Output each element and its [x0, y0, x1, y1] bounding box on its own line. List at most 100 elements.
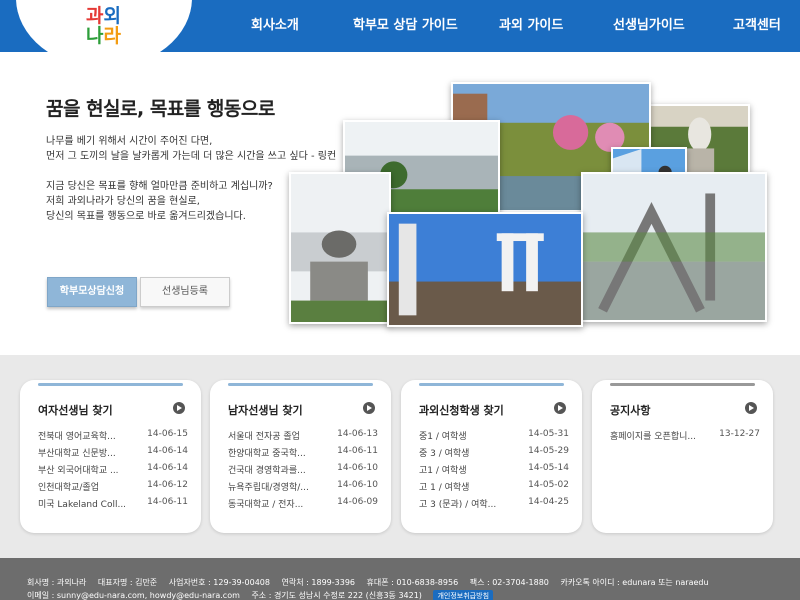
- main-nav: 회사소개 학부모 상담 가이드 과외 가이드 선생님가이드 고객센터: [0, 0, 800, 52]
- list-item[interactable]: 고1 / 여학생 14-05-14: [419, 463, 569, 480]
- board-title: 과외신청학생 찾기: [419, 404, 504, 417]
- item-title[interactable]: 중 3 / 여학생: [419, 446, 525, 459]
- item-date: 14-06-15: [147, 429, 188, 439]
- item-title[interactable]: 뉴욕주립대/경영학/...: [228, 480, 334, 493]
- footer-fax: 팩스 : 02-3704-1880: [469, 578, 549, 587]
- item-date: 14-06-14: [147, 463, 188, 473]
- hero-title: 꿈을 현실로, 목표를 행동으로: [46, 98, 275, 120]
- more-arrow-icon[interactable]: [745, 402, 757, 414]
- item-date: 14-05-02: [528, 480, 569, 490]
- nav-item-teacher-guide[interactable]: 선생님가이드: [613, 0, 685, 52]
- item-title[interactable]: 서울대 전자공 졸업: [228, 429, 334, 442]
- item-date: 14-06-13: [337, 429, 378, 439]
- list-item[interactable]: 전북대 영어교육학... 14-06-15: [38, 429, 188, 446]
- campus-photo: [289, 172, 391, 324]
- item-date: 14-04-25: [528, 497, 569, 507]
- item-date: 14-06-11: [147, 497, 188, 507]
- item-date: 14-05-14: [528, 463, 569, 473]
- footer-email: 이메일 : sunny@edu-nara.com, howdy@edu-nara…: [27, 591, 240, 600]
- more-arrow-icon[interactable]: [363, 402, 375, 414]
- item-date: 14-06-10: [337, 480, 378, 490]
- board-students: 과외신청학생 찾기 중1 / 여학생 14-05-31 중 3 / 여학생 14-0…: [401, 380, 582, 533]
- item-title[interactable]: 고 1 / 여학생: [419, 480, 525, 493]
- footer-row: 회사명 : 과외나라 대표자명 : 김만준 사업자번호 : 129-39-004…: [27, 577, 718, 588]
- list-item[interactable]: 부산대학교 신문방... 14-06-14: [38, 446, 188, 463]
- item-title[interactable]: 동국대학교 / 전자...: [228, 497, 334, 510]
- teacher-register-button[interactable]: 선생님등록: [140, 277, 230, 307]
- item-title[interactable]: 건국대 경영학과를...: [228, 463, 334, 476]
- nav-item-support[interactable]: 고객센터: [733, 0, 781, 52]
- item-date: 14-06-12: [147, 480, 188, 490]
- footer-kakao: 카카오톡 아이디 : edunara 또는 naraedu: [560, 578, 709, 587]
- item-title[interactable]: 미국 Lakeland Coll...: [38, 497, 144, 510]
- item-title[interactable]: 고1 / 여학생: [419, 463, 525, 476]
- footer-bizno: 사업자번호 : 129-39-00408: [168, 578, 270, 587]
- board-title: 공지사항: [610, 404, 651, 417]
- board-female-teachers: 여자선생님 찾기 전북대 영어교육학... 14-06-15 부산대학교 신문방.…: [20, 380, 201, 533]
- hero-text-line: 당신의 목표를 행동으로 바로 옮겨드리겠습니다.: [46, 211, 246, 222]
- list-item[interactable]: 부산 외국어대학교 ... 14-06-14: [38, 463, 188, 480]
- board-title: 여자선생님 찾기: [38, 404, 113, 417]
- list-item[interactable]: 건국대 경영학과를... 14-06-10: [228, 463, 378, 480]
- list-item[interactable]: 고 3 (문과) / 여학... 14-04-25: [419, 497, 569, 514]
- nav-item-parent-guide[interactable]: 학부모 상담 가이드: [353, 0, 458, 52]
- list-item[interactable]: 홈페이지를 오픈합니... 13-12-27: [610, 429, 760, 446]
- list-item[interactable]: 한양대학교 중국학... 14-06-11: [228, 446, 378, 463]
- item-date: 14-06-09: [337, 497, 378, 507]
- hero-quote-line: 나무를 베기 위해서 시간이 주어진 다면,: [46, 136, 213, 147]
- boards-section: 여자선생님 찾기 전북대 영어교육학... 14-06-15 부산대학교 신문방.…: [0, 355, 800, 558]
- board-accent-bar: [610, 383, 755, 386]
- item-title[interactable]: 중1 / 여학생: [419, 429, 525, 442]
- nav-item-company[interactable]: 회사소개: [251, 0, 299, 52]
- board-title: 남자선생님 찾기: [228, 404, 303, 417]
- hero-section: 꿈을 현실로, 목표를 행동으로 나무를 베기 위해서 시간이 주어진 다면, …: [0, 52, 800, 355]
- board-accent-bar: [228, 383, 373, 386]
- item-title[interactable]: 부산 외국어대학교 ...: [38, 463, 144, 476]
- item-title[interactable]: 인천대학교/졸업: [38, 480, 144, 493]
- hero-quote-line: 먼저 그 도끼의 날을 날카롭게 가는데 더 많은 시간을 쓰고 싶다 - 링컨: [46, 151, 337, 162]
- item-title[interactable]: 전북대 영어교육학...: [38, 429, 144, 442]
- footer-tel: 연락처 : 1899-3396: [281, 578, 355, 587]
- list-item[interactable]: 동국대학교 / 전자... 14-06-09: [228, 497, 378, 514]
- campus-photo: [581, 172, 767, 322]
- hero-text-line: 저희 과외나라가 당신의 꿈을 현실로,: [46, 196, 200, 207]
- board-list: 홈페이지를 오픈합니... 13-12-27: [610, 429, 760, 446]
- item-title[interactable]: 고 3 (문과) / 여학...: [419, 497, 525, 510]
- footer-mobile: 휴대폰 : 010-6838-8956: [366, 578, 459, 587]
- hero-text-line: 지금 당신은 목표를 향해 얼마만큼 준비하고 계십니까?: [46, 181, 273, 192]
- list-item[interactable]: 서울대 전자공 졸업 14-06-13: [228, 429, 378, 446]
- item-date: 14-05-31: [528, 429, 569, 439]
- board-list: 전북대 영어교육학... 14-06-15 부산대학교 신문방... 14-06-1…: [38, 429, 188, 514]
- item-title[interactable]: 부산대학교 신문방...: [38, 446, 144, 459]
- board-male-teachers: 남자선생님 찾기 서울대 전자공 졸업 14-06-13 한양대학교 중국학...…: [210, 380, 391, 533]
- item-date: 14-06-11: [337, 446, 378, 456]
- item-date: 14-06-10: [337, 463, 378, 473]
- list-item[interactable]: 중 3 / 여학생 14-05-29: [419, 446, 569, 463]
- item-title[interactable]: 한양대학교 중국학...: [228, 446, 334, 459]
- list-item[interactable]: 뉴욕주립대/경영학/... 14-06-10: [228, 480, 378, 497]
- list-item[interactable]: 중1 / 여학생 14-05-31: [419, 429, 569, 446]
- more-arrow-icon[interactable]: [554, 402, 566, 414]
- board-notices: 공지사항 홈페이지를 오픈합니... 13-12-27: [592, 380, 773, 533]
- board-accent-bar: [419, 383, 564, 386]
- parent-consult-button[interactable]: 학부모상담신청: [47, 277, 137, 307]
- privacy-policy-link[interactable]: 개인정보취급방침: [433, 590, 494, 600]
- footer: 회사명 : 과외나라 대표자명 : 김만준 사업자번호 : 129-39-004…: [0, 558, 800, 600]
- board-list: 중1 / 여학생 14-05-31 중 3 / 여학생 14-05-29 고1 / …: [419, 429, 569, 514]
- footer-address: 주소 : 경기도 성남시 수정로 222 (신흥3동 3421): [251, 591, 422, 600]
- nav-item-tutor-guide[interactable]: 과외 가이드: [499, 0, 563, 52]
- item-date: 14-06-14: [147, 446, 188, 456]
- footer-row: 이메일 : sunny@edu-nara.com, howdy@edu-nara…: [27, 590, 502, 600]
- item-title[interactable]: 홈페이지를 오픈합니...: [610, 429, 716, 442]
- list-item[interactable]: 인천대학교/졸업 14-06-12: [38, 480, 188, 497]
- item-date: 13-12-27: [719, 429, 760, 439]
- list-item[interactable]: 고 1 / 여학생 14-05-02: [419, 480, 569, 497]
- list-item[interactable]: 미국 Lakeland Coll... 14-06-11: [38, 497, 188, 514]
- board-accent-bar: [38, 383, 183, 386]
- board-list: 서울대 전자공 졸업 14-06-13 한양대학교 중국학... 14-06-11 …: [228, 429, 378, 514]
- footer-company: 회사명 : 과외나라: [27, 578, 87, 587]
- more-arrow-icon[interactable]: [173, 402, 185, 414]
- footer-ceo: 대표자명 : 김만준: [97, 578, 158, 587]
- item-date: 14-05-29: [528, 446, 569, 456]
- header: 과외 나라 회사소개 학부모 상담 가이드 과외 가이드 선생님가이드 고객센터: [0, 0, 800, 68]
